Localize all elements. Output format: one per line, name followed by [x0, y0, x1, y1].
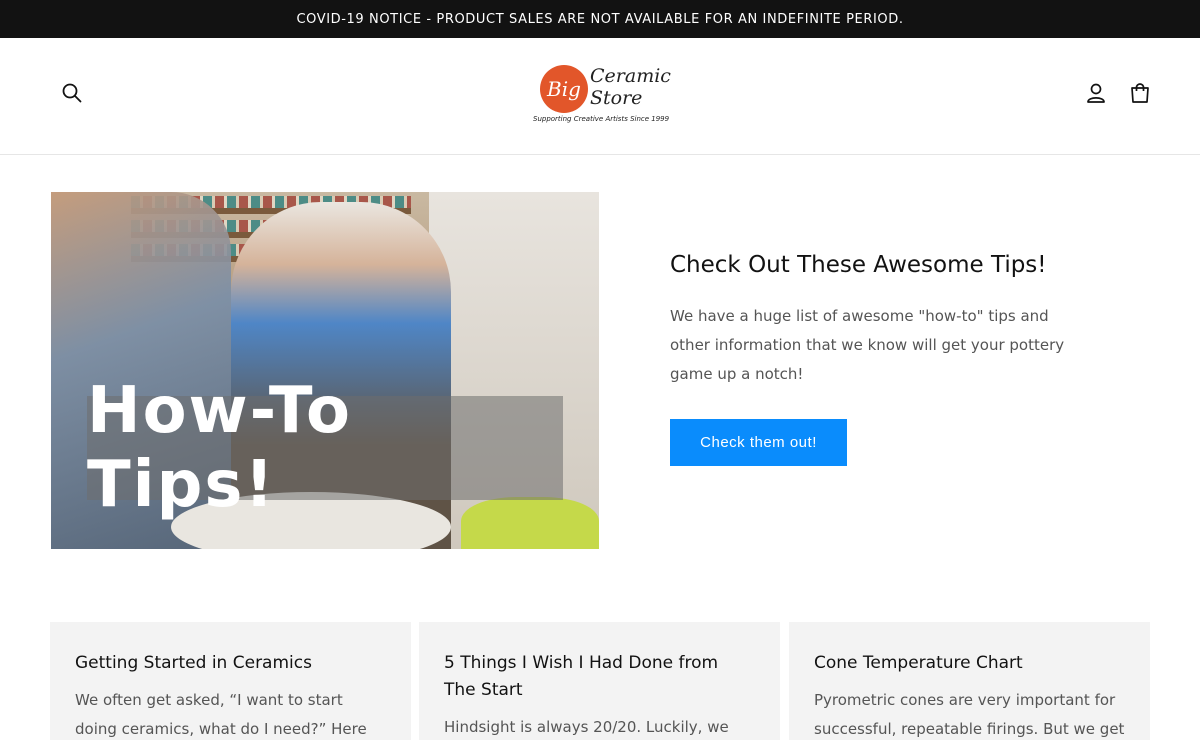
article-card[interactable]: Getting Started in Ceramics We often get… [50, 622, 411, 740]
article-title[interactable]: Cone Temperature Chart [814, 650, 1125, 677]
search-button[interactable] [59, 82, 85, 108]
article-card[interactable]: Cone Temperature Chart Pyrometric cones … [789, 622, 1150, 740]
image-overlay-text: How-To Tips! [87, 374, 352, 522]
store-logo[interactable]: Big Ceramic Store Supporting Creative Ar… [533, 62, 671, 128]
search-icon [61, 82, 83, 108]
article-excerpt: Hindsight is always 20/20. Luckily, we h… [444, 718, 729, 736]
article-card[interactable]: 5 Things I Wish I Had Done from The Star… [419, 622, 780, 740]
account-icon [1085, 82, 1107, 108]
promo-text: We have a huge list of awesome "how-to" … [670, 307, 1065, 383]
logo-mark: Big [540, 65, 588, 113]
site-header: Big Ceramic Store Supporting Creative Ar… [0, 38, 1200, 155]
announcement-text: COVID-19 NOTICE - PRODUCT SALES ARE NOT … [296, 11, 904, 27]
account-button[interactable] [1083, 82, 1109, 108]
how-to-tips-image: How-To Tips! [51, 192, 599, 549]
logo-word-store: Store [590, 87, 643, 109]
logo-word-ceramic: Ceramic [590, 65, 671, 87]
announcement-bar: COVID-19 NOTICE - PRODUCT SALES ARE NOT … [0, 0, 1200, 38]
article-excerpt: We often get asked, “I want to start doi… [75, 691, 367, 738]
cart-button[interactable] [1127, 82, 1153, 108]
article-excerpt: Pyrometric cones are very important for … [814, 691, 1125, 738]
article-title[interactable]: Getting Started in Ceramics [75, 650, 386, 677]
logo-tagline: Supporting Creative Artists Since 1999 [533, 115, 670, 123]
cart-icon [1129, 82, 1151, 108]
check-them-out-button[interactable]: Check them out! [670, 419, 847, 466]
promo-title: Check Out These Awesome Tips! [670, 252, 1047, 278]
article-title[interactable]: 5 Things I Wish I Had Done from The Star… [444, 650, 755, 704]
